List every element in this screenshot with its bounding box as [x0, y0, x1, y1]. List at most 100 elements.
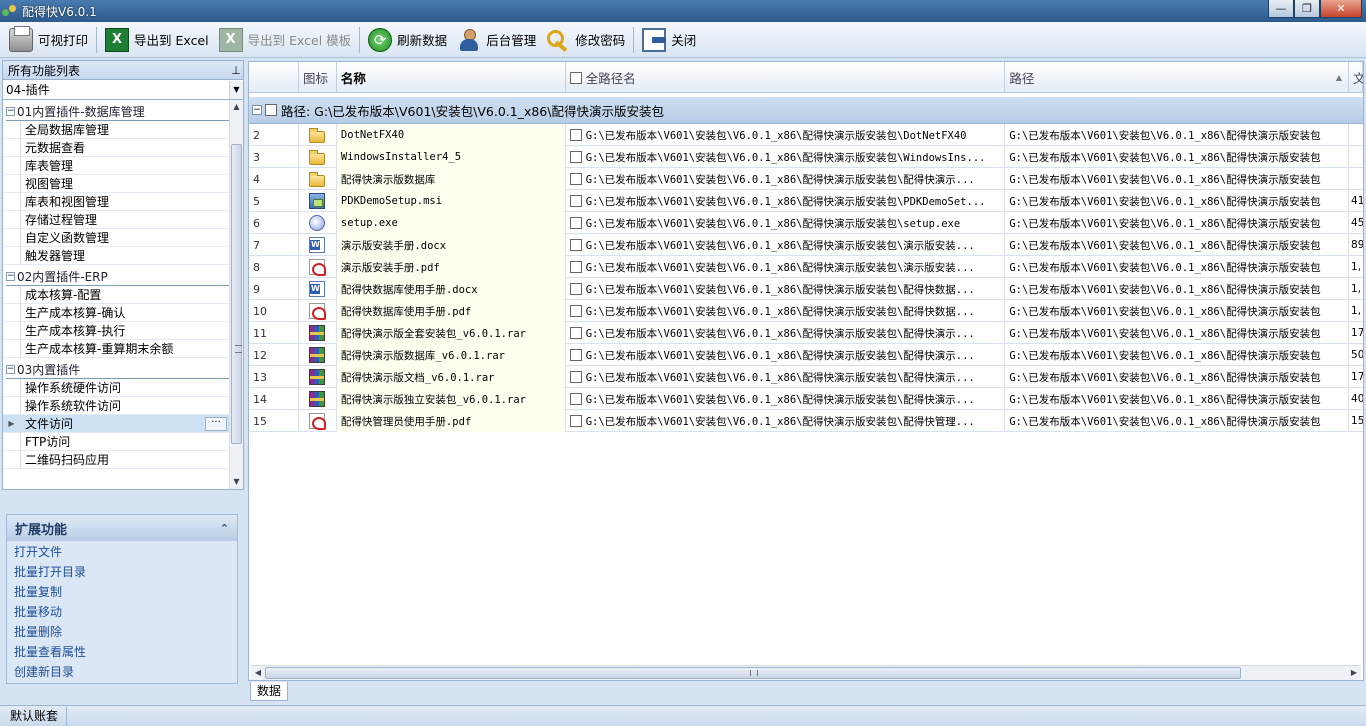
path-cell[interactable]: G:\已发布版本\V601\安装包\V6.0.1_x86\配得快演示版安装包: [1005, 300, 1350, 322]
extensions-header[interactable]: 扩展功能 ⌃: [7, 515, 237, 541]
sidebar-item[interactable]: FTP访问: [3, 432, 229, 451]
full-path-cell[interactable]: G:\已发布版本\V601\安装包\V6.0.1_x86\配得快演示版安装包\P…: [566, 190, 1006, 212]
row-checkbox[interactable]: [569, 283, 582, 295]
row-checkbox[interactable]: [569, 217, 582, 229]
name-cell[interactable]: setup.exe: [336, 212, 566, 234]
extension-link[interactable]: 批量移动: [7, 601, 237, 621]
module-select[interactable]: 04-插件 ▼: [2, 80, 244, 100]
table-row[interactable]: 2 DotNetFX40 G:\已发布版本\V601\安装包\V6.0.1_x86\…: [249, 124, 1363, 146]
row-checkbox[interactable]: [569, 393, 582, 405]
sidebar-item[interactable]: 生产成本核算-执行: [3, 321, 229, 340]
grid-horizontal-scrollbar[interactable]: ◀ ▶: [251, 665, 1361, 680]
table-row[interactable]: 7 演示版安装手册.docx G:\已发布版本\V601\安装包\V6.0.1_x8…: [249, 234, 1363, 256]
row-checkbox[interactable]: [569, 305, 582, 317]
tab-data[interactable]: 数据: [250, 682, 288, 701]
name-cell[interactable]: 演示版安装手册.pdf: [336, 256, 566, 278]
path-cell[interactable]: G:\已发布版本\V601\安装包\V6.0.1_x86\配得快演示版安装包: [1005, 322, 1350, 344]
sidebar-item[interactable]: 自定义函数管理: [3, 228, 229, 247]
chevron-down-icon[interactable]: ▼: [229, 80, 243, 99]
export-template-button[interactable]: X 导出到 Excel 模板: [214, 25, 357, 55]
sidebar-item[interactable]: 生产成本核算-确认: [3, 303, 229, 322]
table-row[interactable]: 10 配得快数据库使用手册.pdf G:\已发布版本\V601\安装包\V6.0.1…: [249, 300, 1363, 322]
row-checkbox[interactable]: [569, 349, 582, 361]
table-row[interactable]: 5 PDKDemoSetup.msi G:\已发布版本\V601\安装包\V6.0.…: [249, 190, 1363, 212]
sidebar-item[interactable]: 操作系统硬件访问: [3, 378, 229, 397]
name-cell[interactable]: 配得快演示版数据库: [336, 168, 566, 190]
row-checkbox[interactable]: [569, 151, 582, 163]
scroll-left-icon[interactable]: ◀: [251, 666, 265, 680]
full-path-cell[interactable]: G:\已发布版本\V601\安装包\V6.0.1_x86\配得快演示版安装包\配…: [566, 388, 1006, 410]
name-cell[interactable]: 配得快演示版文档_v6.0.1.rar: [336, 366, 566, 388]
column-header-name[interactable]: 名称: [337, 62, 566, 93]
path-cell[interactable]: G:\已发布版本\V601\安装包\V6.0.1_x86\配得快演示版安装包: [1005, 388, 1350, 410]
name-cell[interactable]: 演示版安装手册.docx: [336, 234, 566, 256]
full-path-cell[interactable]: G:\已发布版本\V601\安装包\V6.0.1_x86\配得快演示版安装包\W…: [566, 146, 1006, 168]
path-cell[interactable]: G:\已发布版本\V601\安装包\V6.0.1_x86\配得快演示版安装包: [1005, 168, 1350, 190]
name-cell[interactable]: 配得快数据库使用手册.docx: [336, 278, 566, 300]
pin-icon[interactable]: ⊥: [229, 64, 243, 77]
sidebar-item[interactable]: 元数据查看: [3, 138, 229, 157]
extension-link[interactable]: 批量删除: [7, 621, 237, 641]
extension-link[interactable]: 批量打开目录: [7, 561, 237, 581]
export-excel-button[interactable]: X 导出到 Excel: [100, 25, 214, 55]
name-cell[interactable]: WindowsInstaller4_5: [336, 146, 566, 168]
full-path-cell[interactable]: G:\已发布版本\V601\安装包\V6.0.1_x86\配得快演示版安装包\演…: [566, 234, 1006, 256]
sidebar-item[interactable]: 操作系统软件访问: [3, 396, 229, 415]
extension-link[interactable]: 创建新目录: [7, 661, 237, 681]
path-cell[interactable]: G:\已发布版本\V601\安装包\V6.0.1_x86\配得快演示版安装包: [1005, 256, 1350, 278]
refresh-button[interactable]: ⟳ 刷新数据: [363, 25, 452, 55]
path-cell[interactable]: G:\已发布版本\V601\安装包\V6.0.1_x86\配得快演示版安装包: [1005, 190, 1350, 212]
tree-group-header[interactable]: −02内置插件-ERP: [3, 267, 243, 285]
table-row[interactable]: 6 setup.exe G:\已发布版本\V601\安装包\V6.0.1_x86\配…: [249, 212, 1363, 234]
row-checkbox[interactable]: [569, 415, 582, 427]
extension-link[interactable]: 批量查看属性: [7, 641, 237, 661]
full-path-cell[interactable]: G:\已发布版本\V601\安装包\V6.0.1_x86\配得快演示版安装包\配…: [566, 322, 1006, 344]
select-all-checkbox[interactable]: [569, 71, 582, 84]
group-row[interactable]: − 路径: G:\已发布版本\V601\安装包\V6.0.1_x86\配得快演示…: [249, 97, 1363, 124]
row-checkbox[interactable]: [569, 173, 582, 185]
function-tree-scrollbar[interactable]: ▲ ▼: [229, 100, 243, 489]
full-path-cell[interactable]: G:\已发布版本\V601\安装包\V6.0.1_x86\配得快演示版安装包\s…: [566, 212, 1006, 234]
column-header-full-path[interactable]: 全路径名: [566, 62, 1006, 93]
row-checkbox[interactable]: [569, 239, 582, 251]
path-cell[interactable]: G:\已发布版本\V601\安装包\V6.0.1_x86\配得快演示版安装包: [1005, 212, 1350, 234]
scroll-right-icon[interactable]: ▶: [1347, 666, 1361, 680]
path-cell[interactable]: G:\已发布版本\V601\安装包\V6.0.1_x86\配得快演示版安装包: [1005, 366, 1350, 388]
collapse-group-icon[interactable]: −: [252, 105, 262, 115]
table-row[interactable]: 3 WindowsInstaller4_5 G:\已发布版本\V601\安装包\V6…: [249, 146, 1363, 168]
print-button[interactable]: 可视打印: [4, 25, 93, 55]
full-path-cell[interactable]: G:\已发布版本\V601\安装包\V6.0.1_x86\配得快演示版安装包\配…: [566, 344, 1006, 366]
close-button[interactable]: 关闭: [637, 25, 701, 55]
table-row[interactable]: 15 配得快管理员使用手册.pdf G:\已发布版本\V601\安装包\V6.0.1…: [249, 410, 1363, 432]
table-row[interactable]: 11 配得快演示版全套安装包_v6.0.1.rar G:\已发布版本\V601\安装…: [249, 322, 1363, 344]
name-cell[interactable]: 配得快管理员使用手册.pdf: [336, 410, 566, 432]
name-cell[interactable]: 配得快数据库使用手册.pdf: [336, 300, 566, 322]
table-row[interactable]: 14 配得快演示版独立安装包_v6.0.1.rar G:\已发布版本\V601\安装…: [249, 388, 1363, 410]
collapse-group-icon[interactable]: −: [6, 106, 15, 116]
row-checkbox[interactable]: [569, 261, 582, 273]
column-header-extra[interactable]: 文: [1349, 62, 1363, 93]
table-row[interactable]: 12 配得快演示版数据库_v6.0.1.rar G:\已发布版本\V601\安装包\…: [249, 344, 1363, 366]
collapse-group-icon[interactable]: −: [6, 271, 15, 281]
path-cell[interactable]: G:\已发布版本\V601\安装包\V6.0.1_x86\配得快演示版安装包: [1005, 410, 1350, 432]
row-checkbox[interactable]: [569, 195, 582, 207]
name-cell[interactable]: 配得快演示版独立安装包_v6.0.1.rar: [336, 388, 566, 410]
collapse-group-icon[interactable]: −: [6, 364, 15, 374]
minimize-icon[interactable]: —: [1268, 0, 1294, 18]
name-cell[interactable]: PDKDemoSetup.msi: [336, 190, 566, 212]
admin-button[interactable]: 后台管理: [452, 25, 541, 55]
name-cell[interactable]: 配得快演示版数据库_v6.0.1.rar: [336, 344, 566, 366]
close-icon[interactable]: ✕: [1320, 0, 1362, 18]
path-cell[interactable]: G:\已发布版本\V601\安装包\V6.0.1_x86\配得快演示版安装包: [1005, 344, 1350, 366]
table-row[interactable]: 9 配得快数据库使用手册.docx G:\已发布版本\V601\安装包\V6.0.1…: [249, 278, 1363, 300]
full-path-cell[interactable]: G:\已发布版本\V601\安装包\V6.0.1_x86\配得快演示版安装包\配…: [566, 278, 1006, 300]
sidebar-item[interactable]: 存储过程管理: [3, 210, 229, 229]
sidebar-item[interactable]: 触发器管理: [3, 246, 229, 265]
scrollbar-thumb[interactable]: [231, 144, 242, 444]
path-cell[interactable]: G:\已发布版本\V601\安装包\V6.0.1_x86\配得快演示版安装包: [1005, 124, 1350, 146]
extension-link[interactable]: 打开文件: [7, 541, 237, 561]
full-path-cell[interactable]: G:\已发布版本\V601\安装包\V6.0.1_x86\配得快演示版安装包\配…: [566, 366, 1006, 388]
table-row[interactable]: 13 配得快演示版文档_v6.0.1.rar G:\已发布版本\V601\安装包\V…: [249, 366, 1363, 388]
column-header-path[interactable]: 路径 ▲: [1005, 62, 1349, 93]
extension-link[interactable]: 批量复制: [7, 581, 237, 601]
